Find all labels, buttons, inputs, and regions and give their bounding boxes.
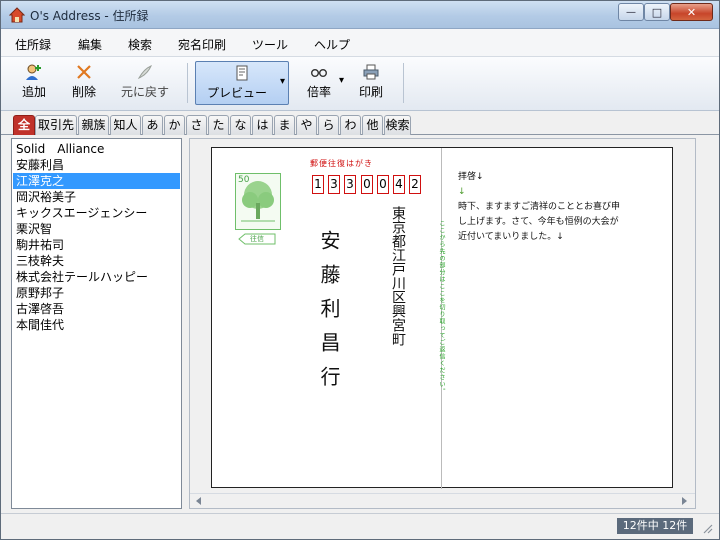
list-item[interactable]: キックスエージェンシー — [16, 205, 147, 221]
zoom-label: 倍率 — [306, 85, 331, 99]
app-window: O's Address - 住所録 — □ ✕ 住所録 編集 検索 宛名印刷 ツ… — [0, 0, 720, 540]
minimize-icon: — — [626, 6, 636, 18]
message-body: 拝啓↓ ↓ 時下、ますますご清祥のこととお喜び申 し上げます。さて、今年も恒例の… — [458, 170, 658, 245]
message-line: 拝啓↓ — [458, 172, 484, 182]
list-item[interactable]: 栗沢智 — [16, 221, 52, 237]
list-item[interactable]: 安藤利昌 — [16, 157, 64, 173]
close-button[interactable]: ✕ — [670, 3, 713, 21]
scroll-left-icon[interactable] — [195, 497, 203, 505]
tab-ra[interactable]: ら — [318, 115, 339, 135]
title-bar[interactable]: O's Address - 住所録 — □ ✕ — [1, 1, 719, 29]
glasses-icon — [311, 68, 327, 77]
stamp-value: 50 — [238, 175, 250, 185]
close-icon: ✕ — [686, 5, 697, 19]
zip-digit: 3 — [344, 175, 356, 194]
list-item[interactable]: 原野邦子 — [16, 285, 64, 301]
list-item[interactable]: 岡沢裕美子 — [16, 189, 76, 205]
scroll-right-icon[interactable] — [680, 497, 688, 505]
message-line: し上げます。さて、今年も恒例の大会が — [458, 217, 619, 227]
tab-search[interactable]: 検索 — [384, 115, 411, 135]
undo-label: 元に戻す — [120, 85, 169, 99]
maximize-button[interactable]: □ — [644, 3, 670, 21]
zoom-dropdown-icon[interactable]: ▾ — [339, 75, 344, 86]
zip-digit: 0 — [361, 175, 373, 194]
list-item[interactable]: 古澤啓吾 — [16, 301, 64, 317]
menu-address-print[interactable]: 宛名印刷 — [178, 36, 226, 53]
toolbar-separator — [403, 63, 404, 103]
menu-address-book[interactable]: 住所録 — [15, 36, 51, 53]
menu-tools[interactable]: ツール — [252, 36, 288, 53]
preview-button[interactable]: プレビュー ▾ — [195, 61, 289, 105]
print-label: 印刷 — [358, 85, 383, 99]
postcard-preview-pane[interactable]: 50 往信 郵便往復はがき 1 3 3 0 0 4 2 安藤利昌行 東京都江戸川… — [189, 138, 696, 509]
delete-x-icon — [77, 65, 91, 79]
horizontal-scrollbar[interactable] — [190, 493, 695, 508]
tab-all[interactable]: 全 — [13, 115, 35, 135]
return-card-note: ここから先の部分はここを切り取ってご返信ください。 — [438, 220, 445, 395]
tab-other[interactable]: 他 — [362, 115, 383, 135]
zip-digit: 0 — [377, 175, 389, 194]
postcard: 50 往信 郵便往復はがき 1 3 3 0 0 4 2 安藤利昌行 東京都江戸川… — [211, 147, 673, 489]
zoom-button[interactable]: 倍率 — [299, 61, 339, 105]
list-item[interactable]: 本間佳代 — [16, 317, 64, 333]
record-count: 12件中 12件 — [617, 518, 693, 534]
status-bar: 12件中 12件 — [1, 513, 719, 539]
quill-icon — [137, 65, 152, 80]
delete-button[interactable]: 削除 — [65, 61, 103, 105]
toolbar: 追加 削除 元に戻す プレビュー ▾ 倍率 ▾ 印刷 — [1, 57, 719, 111]
tab-a[interactable]: あ — [142, 115, 163, 135]
menu-edit[interactable]: 編集 — [78, 36, 102, 53]
list-item[interactable]: Solid Alliance — [16, 141, 104, 157]
zip-digit: 4 — [393, 175, 405, 194]
tab-acquaintances[interactable]: 知人 — [110, 115, 141, 135]
list-item-selected[interactable]: 江澤克之 — [13, 173, 180, 189]
recipient-name: 安藤利昌行 — [317, 230, 341, 400]
message-line: ↓ — [458, 187, 466, 197]
tab-ma[interactable]: ま — [274, 115, 295, 135]
tab-na[interactable]: な — [230, 115, 251, 135]
tab-ya[interactable]: や — [296, 115, 317, 135]
list-item[interactable]: 三枝幹夫 — [16, 253, 64, 269]
tab-business[interactable]: 取引先 — [35, 115, 77, 135]
tab-relatives[interactable]: 親族 — [78, 115, 109, 135]
zip-digit: 1 — [312, 175, 324, 194]
postcard-header: 郵便往復はがき — [310, 159, 373, 168]
add-label: 追加 — [21, 85, 46, 99]
tab-sa[interactable]: さ — [186, 115, 207, 135]
list-item[interactable]: 株式会社テールハッピー — [16, 269, 148, 285]
print-button[interactable]: 印刷 — [353, 61, 389, 105]
maximize-icon: □ — [651, 5, 663, 19]
index-tab-strip: 全 取引先 親族 知人 あ か さ た な は ま や ら わ 他 検索 — [1, 111, 719, 135]
stamp-label: 往信 — [250, 235, 264, 243]
recipient-address: 東京都江戸川区興宮町 — [390, 206, 406, 346]
document-preview-icon — [236, 65, 248, 81]
contact-list[interactable]: Solid Alliance 安藤利昌 江澤克之 岡沢裕美子 キックスエージェン… — [11, 138, 182, 509]
postage-stamp: 50 往信 — [235, 173, 281, 247]
message-line: 時下、ますますご清祥のこととお喜び申 — [458, 202, 621, 212]
printer-icon — [363, 64, 379, 80]
delete-label: 削除 — [71, 85, 96, 99]
menu-bar: 住所録 編集 検索 宛名印刷 ツール ヘルプ — [1, 29, 719, 57]
add-button[interactable]: 追加 — [15, 61, 53, 105]
zip-digit: 3 — [328, 175, 340, 194]
list-item[interactable]: 駒井祐司 — [16, 237, 64, 253]
menu-help[interactable]: ヘルプ — [314, 36, 350, 53]
minimize-button[interactable]: — — [618, 3, 644, 21]
message-line: 近付いてまいりました。↓ — [458, 232, 564, 242]
preview-label: プレビュー — [206, 86, 267, 100]
menu-search[interactable]: 検索 — [128, 36, 152, 53]
zip-digit: 2 — [409, 175, 421, 194]
resize-grip-icon[interactable] — [701, 522, 713, 534]
add-person-icon — [26, 64, 41, 80]
undo-button[interactable]: 元に戻す — [115, 61, 175, 105]
toolbar-separator — [187, 63, 188, 103]
tab-ka[interactable]: か — [164, 115, 185, 135]
window-title: O's Address - 住所録 — [30, 9, 149, 23]
preview-dropdown-icon[interactable]: ▾ — [280, 76, 285, 87]
house-icon — [9, 7, 25, 23]
tab-ta[interactable]: た — [208, 115, 229, 135]
tab-ha[interactable]: は — [252, 115, 273, 135]
tab-wa[interactable]: わ — [340, 115, 361, 135]
